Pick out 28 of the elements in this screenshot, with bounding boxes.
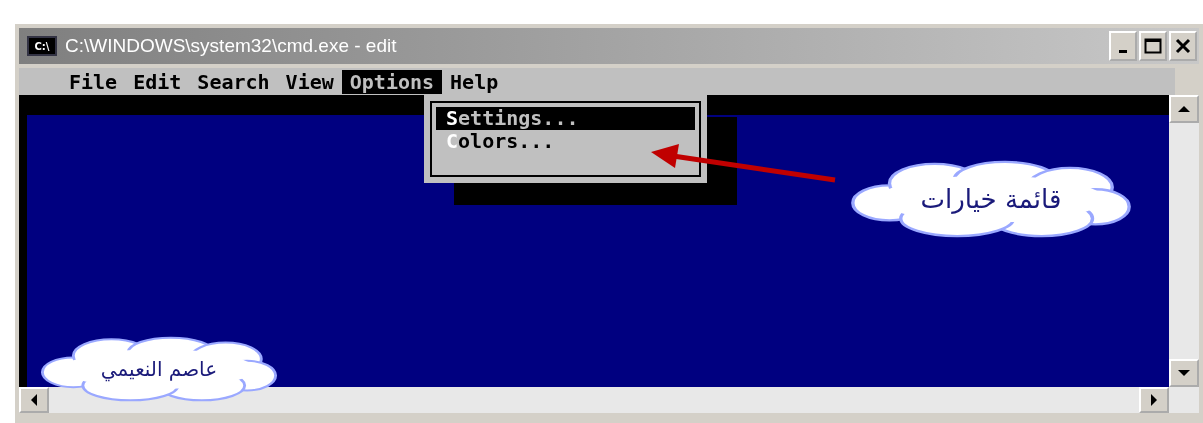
maximize-icon xyxy=(1144,38,1162,54)
menu-item[interactable]: Options xyxy=(341,69,443,94)
window-title: C:\WINDOWS\system32\cmd.exe - edit xyxy=(65,35,398,57)
horizontal-scrollbar[interactable] xyxy=(19,387,1199,413)
vertical-scrollbar[interactable] xyxy=(1169,95,1199,387)
minimize-button[interactable] xyxy=(1109,31,1137,61)
menu-item[interactable]: View xyxy=(277,69,342,94)
callout-text: عاصم النعيمي xyxy=(100,357,218,381)
scroll-right-button[interactable] xyxy=(1139,387,1169,413)
console-icon: C:\ xyxy=(27,36,57,56)
menu-item[interactable]: Search xyxy=(189,69,278,94)
scroll-left-button[interactable] xyxy=(19,387,49,413)
right-triangle-icon xyxy=(1150,394,1158,406)
menu-item[interactable]: File xyxy=(61,69,126,94)
scroll-up-button[interactable] xyxy=(1169,95,1199,123)
up-triangle-icon xyxy=(1178,105,1190,113)
callout-text: قائمة خيارات xyxy=(920,184,1062,214)
left-triangle-icon xyxy=(30,394,38,406)
close-icon xyxy=(1175,38,1191,54)
menu-option[interactable]: Settings... xyxy=(436,107,695,130)
menu-item[interactable]: Edit xyxy=(125,69,190,94)
maximize-button[interactable] xyxy=(1139,31,1167,61)
down-triangle-icon xyxy=(1178,369,1190,377)
menu-option[interactable]: Colors... xyxy=(436,130,695,153)
menu-item[interactable]: Help xyxy=(442,69,507,94)
scroll-down-button[interactable] xyxy=(1169,359,1199,387)
close-button[interactable] xyxy=(1169,31,1197,61)
minimize-icon xyxy=(1119,49,1127,53)
